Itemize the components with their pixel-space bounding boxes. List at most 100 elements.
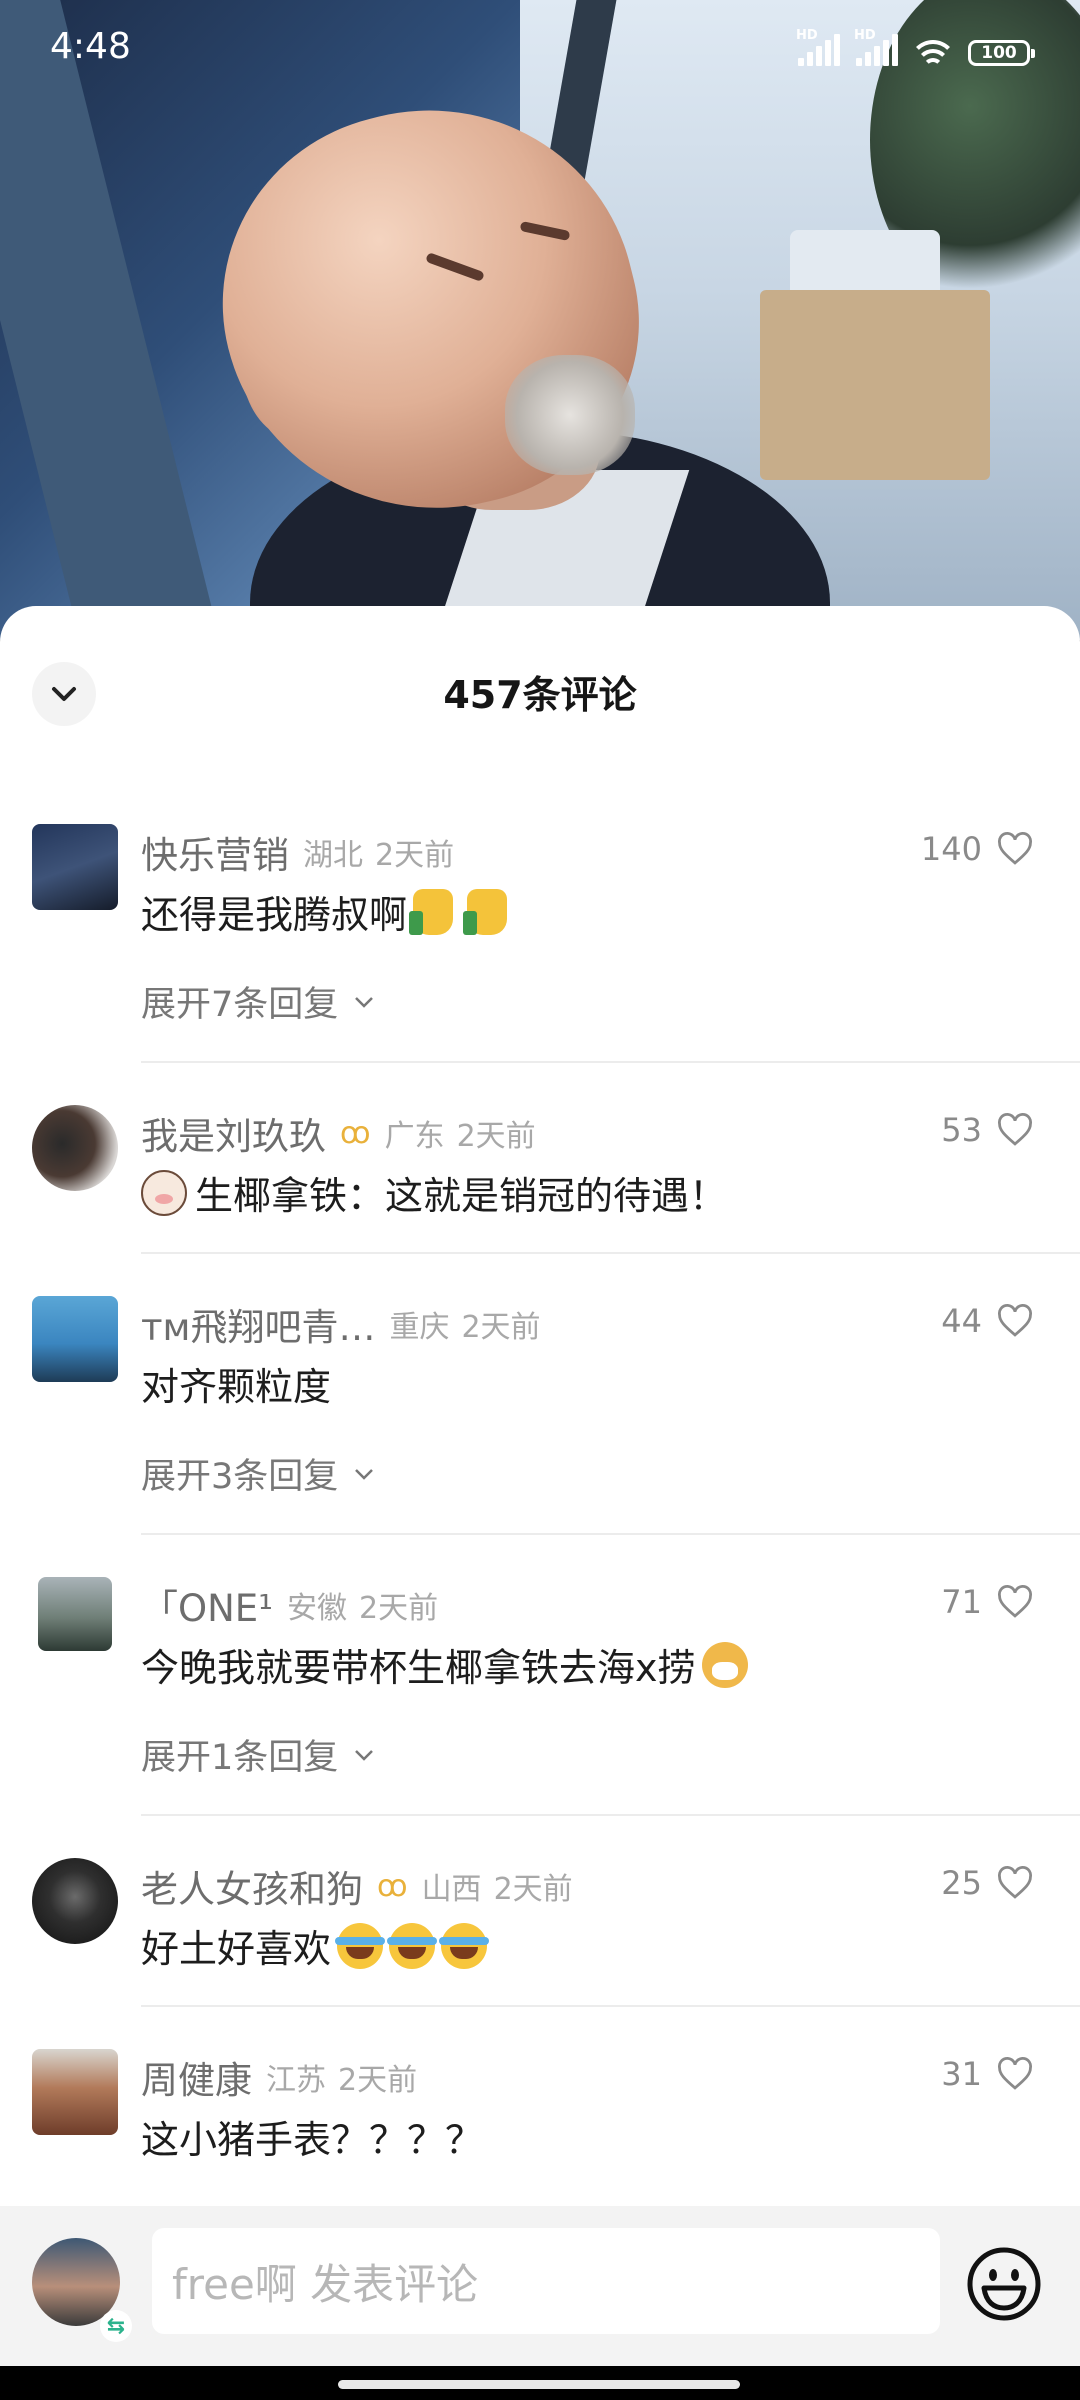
comment-author[interactable]: 「ONE¹ — [141, 1578, 273, 1632]
like-count: 53 — [941, 1111, 982, 1149]
signal-hd-label: HD — [796, 28, 818, 43]
comment-location: 广东 — [384, 1119, 445, 1154]
comment-header: ᴛᴍ飛翔吧青… 重庆 2天前 — [141, 1296, 541, 1352]
thumbs-up-emoji-icon — [409, 888, 454, 935]
comment-text: 对齐颗粒度 — [141, 1356, 331, 1411]
comment-input-bar: ⇆ free啊 发表评论 — [0, 2206, 1080, 2366]
like-count: 25 — [941, 1864, 982, 1902]
switch-account-icon[interactable]: ⇆ — [100, 2310, 132, 2342]
comment-divider — [141, 1252, 1080, 1254]
like-count: 71 — [941, 1583, 982, 1621]
expand-replies-button[interactable]: 展开3条回复 — [141, 1448, 376, 1499]
like-button[interactable]: 31 — [941, 2055, 1034, 2093]
comment-text-content: 生椰拿铁：这就是销冠的待遇！ — [195, 1174, 728, 1218]
comment-text: 好土好喜欢 — [141, 1918, 490, 1973]
badge-icon: ꝏ — [377, 1868, 408, 1904]
comments-sheet: 457条评论 快乐营销 湖北 2天前 还得是我腾叔啊 140 展开7条回复 我是… — [0, 606, 1080, 2400]
avatar[interactable] — [32, 824, 118, 910]
comment-input[interactable]: free啊 发表评论 — [152, 2228, 940, 2334]
avatar[interactable] — [32, 2049, 118, 2135]
heart-outline-icon — [998, 1113, 1032, 1146]
dog-emoji-icon — [701, 1641, 748, 1688]
like-button[interactable]: 53 — [941, 1111, 1034, 1149]
comment-author[interactable]: ᴛᴍ飛翔吧青… — [141, 1297, 375, 1351]
home-gesture-handle[interactable] — [338, 2380, 740, 2389]
like-button[interactable]: 44 — [941, 1302, 1034, 1340]
cellular-signal-icon: HD — [854, 28, 898, 70]
comment-location: 山西 — [421, 1872, 482, 1907]
comment-divider — [141, 1061, 1080, 1063]
avatar[interactable] — [32, 1296, 118, 1382]
heart-outline-icon — [998, 1304, 1032, 1337]
status-time: 4:48 — [50, 26, 131, 67]
avatar[interactable] — [32, 1858, 118, 1944]
like-count: 31 — [941, 2055, 982, 2093]
video-box — [760, 290, 990, 480]
comment-text: 今晚我就要带杯生椰拿铁去海x捞 — [141, 1637, 748, 1692]
chevron-down-icon — [355, 996, 374, 1008]
comment-text: 生椰拿铁：这就是销冠的待遇！ — [141, 1165, 727, 1220]
like-button[interactable]: 25 — [941, 1864, 1034, 1902]
heart-outline-icon — [998, 832, 1032, 865]
cow-emoji-icon — [141, 1169, 187, 1216]
video-person-beard — [505, 355, 635, 475]
comment-text-content: 对齐颗粒度 — [141, 1365, 332, 1409]
comment-time: 2天前 — [338, 2063, 418, 2098]
comment-text-content: 还得是我腾叔啊 — [141, 893, 408, 937]
comment-time: 2天前 — [461, 1310, 541, 1345]
heart-outline-icon — [998, 1866, 1032, 1899]
comment-header: 我是刘玖玖 ꝏ 广东 2天前 — [141, 1105, 536, 1161]
comment-divider — [141, 1533, 1080, 1535]
avatar[interactable] — [38, 1577, 112, 1651]
comment-divider — [141, 2005, 1080, 2007]
comment-author[interactable]: 快乐营销 — [141, 825, 289, 879]
wifi-icon — [912, 38, 954, 70]
comment-time: 2天前 — [359, 1591, 439, 1626]
heart-outline-icon — [998, 2057, 1032, 2090]
comment-header: 快乐营销 湖北 2天前 — [141, 824, 454, 880]
comment-author[interactable]: 我是刘玖玖 — [141, 1106, 326, 1160]
comment-location: 重庆 — [389, 1310, 450, 1345]
comment-text: 这小猪手表？？？？ — [141, 2109, 483, 2164]
comment-location: 安徽 — [287, 1591, 348, 1626]
battery-level: 100 — [981, 43, 1017, 63]
comment-time: 2天前 — [456, 1119, 536, 1154]
status-icons: HD HD 100 — [796, 28, 1035, 70]
expand-replies-label: 展开3条回复 — [141, 1457, 339, 1497]
like-button[interactable]: 71 — [941, 1583, 1034, 1621]
heart-outline-icon — [998, 1585, 1032, 1618]
like-count: 140 — [920, 830, 982, 868]
expand-replies-button[interactable]: 展开1条回复 — [141, 1729, 376, 1780]
expand-replies-label: 展开1条回复 — [141, 1738, 339, 1778]
comment-header: 「ONE¹ 安徽 2天前 — [141, 1577, 438, 1633]
laughing-emoji-icon — [335, 1922, 386, 1969]
laughing-emoji-icon — [439, 1922, 490, 1969]
avatar[interactable] — [32, 1105, 118, 1191]
battery-icon: 100 — [968, 40, 1035, 66]
expand-replies-button[interactable]: 展开7条回复 — [141, 976, 376, 1027]
comment-text-content: 这小猪手表？？？？ — [141, 2118, 484, 2162]
comment-time: 2天前 — [375, 838, 455, 873]
system-nav-bar — [0, 2366, 1080, 2400]
comment-header: 老人女孩和狗 ꝏ 山西 2天前 — [141, 1858, 573, 1914]
like-button[interactable]: 140 — [921, 830, 1034, 868]
thumbs-up-emoji-icon — [463, 888, 508, 935]
badge-icon: ꝏ — [340, 1115, 371, 1151]
comment-text-content: 好土好喜欢 — [141, 1927, 332, 1971]
comment-author[interactable]: 周健康 — [141, 2050, 252, 2104]
comment-header: 周健康 江苏 2天前 — [141, 2049, 417, 2105]
comment-count-title: 457条评论 — [443, 673, 637, 717]
comment-author[interactable]: 老人女孩和狗 — [141, 1859, 363, 1913]
like-count: 44 — [941, 1302, 982, 1340]
comment-divider — [141, 1814, 1080, 1816]
smiley-icon[interactable] — [964, 2244, 1044, 2324]
expand-replies-label: 展开7条回复 — [141, 985, 339, 1025]
comment-time: 2天前 — [493, 1872, 573, 1907]
signal-hd-label: HD — [854, 28, 876, 43]
comment-location: 湖北 — [303, 838, 363, 873]
comment-location: 江苏 — [266, 2063, 326, 2098]
comment-text-content: 今晚我就要带杯生椰拿铁去海x捞 — [141, 1646, 696, 1690]
status-bar: 4:48 HD HD 100 — [0, 0, 1080, 100]
comment-text: 还得是我腾叔啊 — [141, 884, 508, 939]
chevron-down-icon — [355, 1749, 374, 1761]
